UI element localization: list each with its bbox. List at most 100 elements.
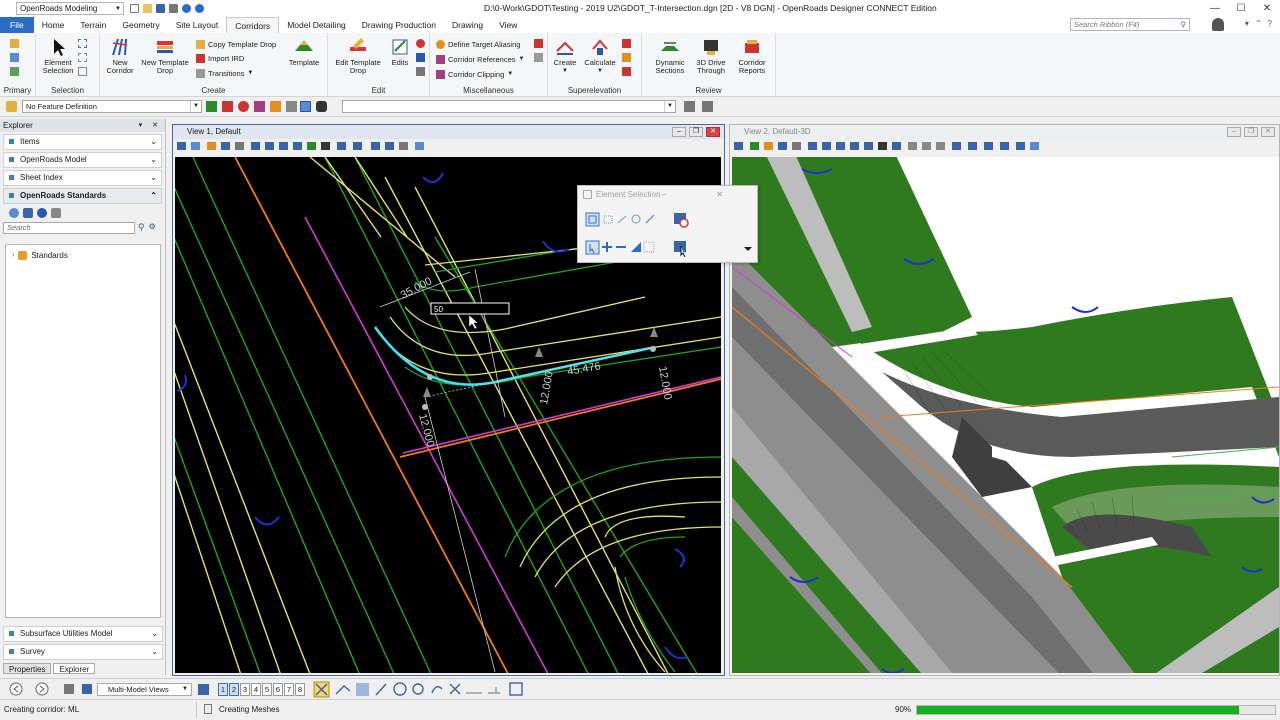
search-icon[interactable]: ⚲: [138, 222, 145, 234]
section-survey[interactable]: Survey ⌄: [3, 644, 163, 660]
new-file-icon[interactable]: [130, 4, 139, 13]
dynamic-sections-button[interactable]: Dynamic Sections: [648, 37, 692, 75]
view-button-2[interactable]: 2: [229, 683, 239, 696]
tab-explorer[interactable]: Explorer: [53, 663, 96, 674]
print-icon[interactable]: [169, 4, 178, 13]
explorer-icon[interactable]: [10, 39, 19, 48]
tab-properties[interactable]: Properties: [3, 663, 52, 674]
refresh-icon[interactable]: [416, 53, 425, 62]
section-sheet-index[interactable]: Sheet Index ⌄: [3, 170, 162, 186]
transparency-icon[interactable]: [286, 101, 297, 112]
refresh-icon[interactable]: [9, 208, 19, 218]
tab-drawing[interactable]: Drawing: [444, 17, 491, 33]
view-close-button[interactable]: ✕: [1261, 127, 1275, 137]
help-icon[interactable]: ?: [1268, 19, 1272, 28]
super-tool1-icon[interactable]: [622, 39, 631, 48]
view-button-6[interactable]: 6: [273, 683, 283, 696]
tab-view[interactable]: View: [491, 17, 525, 33]
attributes-icon[interactable]: [10, 67, 19, 76]
view-minimize-button[interactable]: –: [672, 127, 686, 137]
edit-more-icon[interactable]: [416, 67, 425, 76]
misc-tool-icon[interactable]: [534, 39, 543, 48]
element-selection-button[interactable]: Element Selection: [40, 37, 76, 75]
color-icon[interactable]: [238, 101, 249, 112]
feature-toggle-icon[interactable]: [206, 101, 217, 112]
view-restore-button[interactable]: ❐: [1244, 127, 1258, 137]
view-button-4[interactable]: 4: [251, 683, 261, 696]
clear-selection-icon[interactable]: [78, 67, 87, 76]
edits-button[interactable]: Edits: [388, 37, 412, 67]
save-icon[interactable]: [156, 4, 165, 13]
properties-icon[interactable]: [10, 53, 19, 62]
view-tools-icon[interactable]: [730, 139, 1050, 153]
tab-corridors[interactable]: Corridors: [226, 17, 280, 33]
view-close-button[interactable]: ✕: [706, 127, 720, 137]
level-icon[interactable]: [222, 101, 233, 112]
minimize-button[interactable]: —: [1202, 0, 1228, 17]
fence-icon[interactable]: [78, 53, 87, 62]
selection-mode-row[interactable]: [585, 240, 752, 258]
tab-file[interactable]: File: [0, 17, 34, 33]
user-icon[interactable]: [1212, 18, 1224, 31]
corridor-reports-button[interactable]: Corridor Reports: [730, 37, 774, 75]
undo-icon[interactable]: [182, 4, 191, 13]
drive-through-button[interactable]: 3D Drive Through: [692, 37, 730, 75]
view-tools-icon[interactable]: [173, 139, 433, 153]
corridor-references-button[interactable]: Corridor References ▼: [436, 53, 524, 65]
tab-drawing-production[interactable]: Drawing Production: [354, 17, 444, 33]
section-subsurface-utilities[interactable]: Subsurface Utilities Model ⌄: [3, 626, 163, 642]
select-all-icon[interactable]: [78, 39, 87, 48]
super-tool3-icon[interactable]: [622, 67, 631, 76]
find-icon[interactable]: [37, 208, 47, 218]
section-openroads-model[interactable]: OpenRoads Model ⌄: [3, 152, 162, 168]
import-ird-button[interactable]: Import IRD: [196, 52, 244, 64]
view-2-canvas[interactable]: [732, 157, 1279, 673]
view-button-5[interactable]: 5: [262, 683, 272, 696]
view-button-7[interactable]: 7: [284, 683, 294, 696]
tab-terrain[interactable]: Terrain: [72, 17, 114, 33]
settings-icon[interactable]: [684, 101, 695, 112]
tab-site-layout[interactable]: Site Layout: [168, 17, 227, 33]
dialog-controls[interactable]: – ✕: [662, 186, 747, 203]
filter-icon[interactable]: [51, 208, 61, 218]
message-icon[interactable]: [204, 704, 212, 714]
template-button[interactable]: Template: [284, 37, 324, 67]
superelevation-create-button[interactable]: Create ▼: [550, 37, 580, 75]
copy-template-drop-button[interactable]: Copy Template Drop: [196, 38, 276, 50]
attribute-combo[interactable]: ▼: [342, 100, 676, 113]
active-toggle-icon[interactable]: [300, 101, 311, 112]
open-folder-icon[interactable]: [143, 4, 152, 13]
section-openroads-standards[interactable]: OpenRoads Standards ⌃: [3, 188, 162, 204]
new-corridor-button[interactable]: New Corridor: [102, 37, 138, 75]
define-target-aliasing-button[interactable]: Define Target Aliasing: [436, 38, 520, 50]
library-icon[interactable]: [23, 208, 33, 218]
transitions-button[interactable]: Transitions ▼: [196, 67, 253, 79]
tab-home[interactable]: Home: [34, 17, 73, 33]
redo-icon[interactable]: [195, 4, 204, 13]
workflow-selector[interactable]: OpenRoads Modeling ▼: [16, 2, 124, 15]
view-minimize-button[interactable]: –: [1227, 127, 1241, 137]
snap-icons[interactable]: [310, 679, 530, 700]
section-items[interactable]: Items ⌄: [3, 134, 162, 150]
panel-controls[interactable]: ▾ ✕: [139, 119, 162, 132]
dropdown-icon[interactable]: ▾: [1245, 19, 1249, 28]
navigation-icons[interactable]: [4, 679, 99, 700]
minimize-ribbon-icon[interactable]: ⌃: [1255, 19, 1262, 28]
edit-template-drop-button[interactable]: Edit Template Drop: [330, 37, 386, 75]
maximize-button[interactable]: ☐: [1228, 0, 1254, 17]
lock-icon[interactable]: [316, 101, 327, 112]
tab-geometry[interactable]: Geometry: [114, 17, 167, 33]
ribbon-search-input[interactable]: Search Ribbon (F4) ⚲: [1070, 18, 1190, 31]
misc-tool2-icon[interactable]: [534, 53, 543, 62]
view-button-3[interactable]: 3: [240, 683, 250, 696]
tab-model-detailing[interactable]: Model Detailing: [279, 17, 354, 33]
view-button-8[interactable]: 8: [295, 683, 305, 696]
super-tool2-icon[interactable]: [622, 53, 631, 62]
calculate-button[interactable]: Calculate ▼: [582, 37, 618, 75]
weight-icon[interactable]: [270, 101, 281, 112]
search-options-icon[interactable]: ⚙: [149, 222, 156, 234]
new-template-drop-button[interactable]: New Template Drop: [138, 37, 192, 75]
line-style-icon[interactable]: [254, 101, 265, 112]
view-groups-icon[interactable]: [198, 684, 209, 695]
standards-search-input[interactable]: Search: [3, 222, 135, 234]
